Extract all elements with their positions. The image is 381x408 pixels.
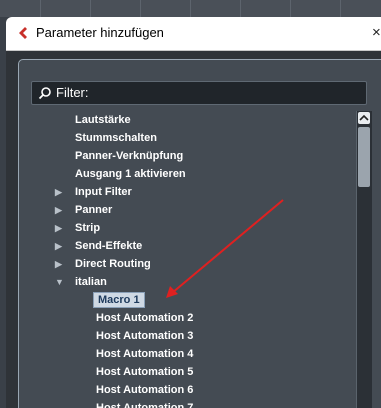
tree-item-label: Stummschalten [75,132,157,144]
tree-item-label: Host Automation 6 [96,384,194,396]
filter-input[interactable]: Filter: [31,81,367,105]
tree-item-label: Host Automation 7 [96,402,194,408]
triangle-right-icon[interactable]: ▶ [55,255,65,273]
close-button[interactable]: × [372,21,381,45]
tree-item-label: Macro 1 [93,292,145,308]
parameter-tree: Lautstärke Stummschalten Panner-Verknüpfun… [47,111,347,408]
tree-item[interactable]: ▶ Input Filter [55,183,132,201]
tree-item[interactable]: Host Automation 2 [96,309,193,327]
tree-item[interactable]: Host Automation 7 [96,399,193,408]
search-icon [38,87,51,100]
tree-item-label: Host Automation 4 [96,348,194,360]
tree-item[interactable]: Host Automation 5 [96,363,193,381]
tree-item-label: Panner [75,204,113,216]
tree-item-label: italian [75,276,107,288]
triangle-right-icon[interactable]: ▶ [55,237,65,255]
tree-item-label: Ausgang 1 aktivieren [75,168,186,180]
tree-item-label: Host Automation 5 [96,366,194,378]
background-window-strip [0,0,381,17]
tree-item-label: Lautstärke [75,114,131,126]
tree-item[interactable]: Panner-Verknüpfung [75,147,183,165]
triangle-right-icon[interactable]: ▶ [55,183,65,201]
tree-item[interactable]: Stummschalten [75,129,157,147]
scroll-thumb[interactable] [358,127,370,187]
tree-item[interactable]: Host Automation 4 [96,345,193,363]
tree-item[interactable]: ▶ Strip [55,219,101,237]
tree-item[interactable]: Host Automation 3 [96,327,193,345]
tree-item-label: Host Automation 3 [96,330,194,342]
tree-item-label: Strip [75,222,101,234]
triangle-down-icon[interactable]: ▼ [55,273,65,291]
tree-item[interactable]: Host Automation 6 [96,381,193,399]
tree-item[interactable]: Lautstärke [75,111,131,129]
tree-item-label: Panner-Verknüpfung [75,150,184,162]
tree-item-label: Input Filter [75,186,132,198]
triangle-right-icon[interactable]: ▶ [55,201,65,219]
chevron-up-icon [359,114,369,121]
tree-item[interactable]: ▶ Send-Effekte [55,237,143,255]
scroll-up-button[interactable] [358,112,370,124]
tree-item[interactable]: ▶ Direct Routing [55,255,151,273]
cubase-logo-icon [19,27,27,39]
window-title: Parameter hinzufügen [36,25,164,40]
tree-item-label: Send-Effekte [75,240,143,252]
tree-item[interactable]: Ausgang 1 aktivieren [75,165,186,183]
tree-item[interactable]: ▶ Panner [55,201,113,219]
triangle-right-icon[interactable]: ▶ [55,219,65,237]
tree-item-label: Direct Routing [75,258,151,270]
filter-label: Filter: [56,85,89,100]
tree-item-selected[interactable]: Macro 1 [93,291,145,309]
title-bar[interactable]: Parameter hinzufügen × [6,17,381,51]
tree-item-label: Host Automation 2 [96,312,194,324]
tree-scrollbar[interactable] [356,111,372,408]
tree-item[interactable]: ▼ italian [55,273,107,291]
